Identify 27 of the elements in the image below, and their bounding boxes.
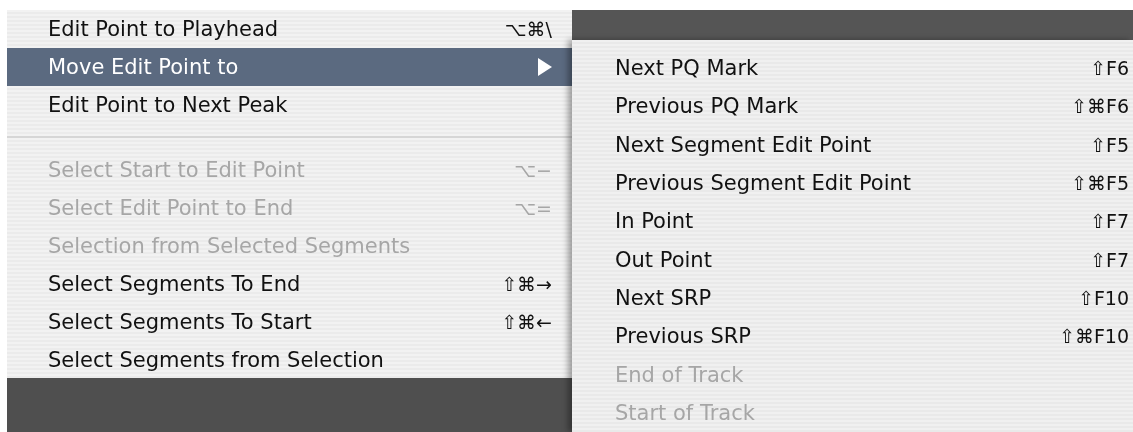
menu-item[interactable]: Previous SRP ⇧⌘F10	[572, 317, 1133, 356]
shortcut-label: ⌥⌘\	[504, 18, 552, 40]
menu-item[interactable]: Select Segments To Start ⇧⌘←	[7, 303, 572, 341]
menu-item[interactable]: In Point ⇧F7	[572, 202, 1133, 241]
shortcut-label: ⇧F7	[1090, 248, 1129, 271]
shortcut-label: ⇧F7	[1090, 210, 1129, 233]
menu-item[interactable]: Edit Point to Next Peak	[7, 86, 572, 124]
menu-item[interactable]: Previous Segment Edit Point ⇧⌘F5	[572, 163, 1133, 203]
shortcut-label: ⇧⌘F6	[1071, 95, 1129, 118]
menu-item[interactable]: Next SRP ⇧F10	[572, 278, 1133, 318]
shortcut-label: ⇧⌘←	[501, 311, 552, 333]
shortcut-label: ⇧F10	[1077, 286, 1129, 309]
menu-item[interactable]: Move Edit Point to	[7, 48, 572, 86]
menu-item[interactable]: Select Segments To End ⇧⌘→	[7, 265, 572, 303]
menu-item[interactable]: Edit Point to Playhead ⌥⌘\	[7, 10, 572, 48]
menu-item[interactable]: Out Point ⇧F7	[572, 240, 1133, 279]
shortcut-label: ⇧F5	[1090, 133, 1129, 156]
shortcut-label: ⌥=	[514, 197, 552, 219]
shortcut-label: ⇧⌘F10	[1058, 325, 1129, 348]
menu-item[interactable]: Previous PQ Mark ⇧⌘F6	[572, 87, 1133, 126]
shortcut-label: ⇧⌘F5	[1071, 172, 1129, 195]
shortcut-label: ⌥−	[514, 159, 552, 181]
shortcut-label: ⇧⌘→	[501, 273, 552, 295]
menu-item[interactable]: Select Segments from Selection	[7, 341, 572, 379]
shortcut-label: ⇧F6	[1090, 57, 1129, 80]
menu-item[interactable]: Next PQ Mark ⇧F6	[572, 49, 1133, 88]
menu-item[interactable]: Next Segment Edit Point ⇧F5	[572, 125, 1133, 164]
